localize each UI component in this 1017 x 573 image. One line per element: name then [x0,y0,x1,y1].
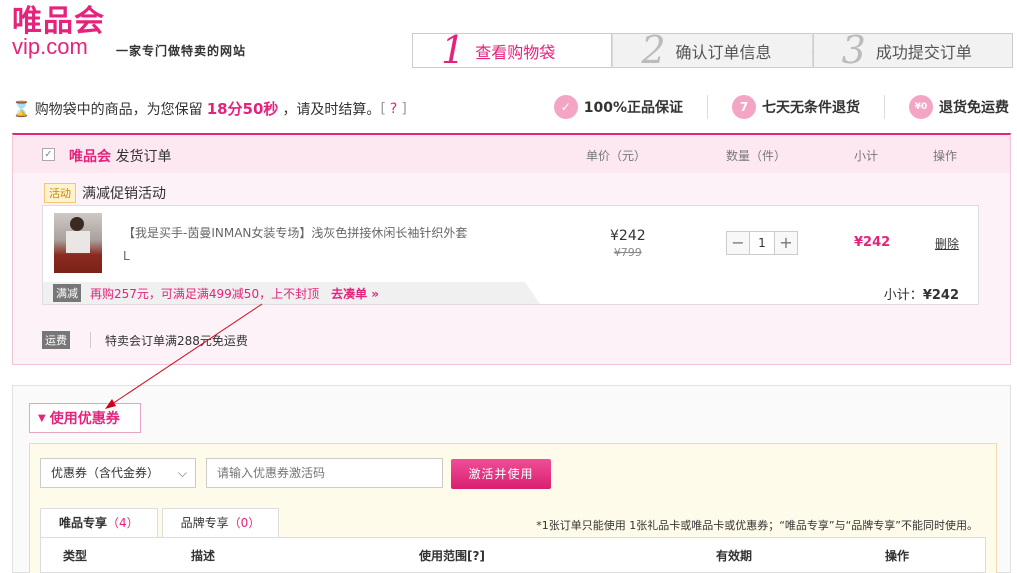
help-link[interactable]: ? [390,101,397,117]
guarantee-label: 退货免运费 [939,100,1009,116]
column-price: 单价（元） [586,149,647,163]
seven-icon: 7 [732,95,756,119]
header-validity: 有效期 [716,549,753,563]
divider [707,95,708,119]
subtotal-value: ¥242 [922,288,959,303]
logo-en: vip.com [12,34,88,59]
tab-label: 品牌专享 [180,516,229,530]
guarantee-label: 七天无条件退货 [762,100,860,116]
guarantee-list: ✓ 100%正品保证 7 七天无条件退货 ¥0 退货免运费 [553,95,1009,119]
shipping-tag: 运费 [42,331,70,349]
unit-price: ¥242 ¥799 [610,228,646,259]
step-label: 查看购物袋 [475,42,556,62]
header-scope[interactable]: 使用范围[?] [419,547,485,564]
promo-row: 活动 满减促销活动 [44,183,166,203]
checkout-steps: 1 查看购物袋 2 确认订单信息 3 成功提交订单 [412,28,1013,72]
step-confirm-order: 2 确认订单信息 [612,28,813,72]
shipping-row: 运费 特卖会订单满288元免运费 [42,331,248,349]
product-thumbnail[interactable] [54,213,102,273]
step-number: 2 [641,28,666,72]
reservation-timer: ⌛ 购物袋中的商品，为您保留 18分50秒 ，请及时结算。 [ ? ] [12,98,407,119]
coupon-code-input[interactable] [206,458,443,488]
current-price: ¥242 [610,228,646,244]
shield-icon: ✓ [553,95,578,119]
product-size: L [123,249,130,263]
quantity-stepper: − 1 + [726,231,798,255]
coupon-note: *1张订单只能使用 1张礼品卡或唯品卡或优惠券；“唯品专享”与“品牌专享”不能同… [536,519,978,532]
full-reduction-bar: 满减 再购257元，可满足满499减50，上不封顶 去凑单 » [43,282,540,304]
step-submit-order: 3 成功提交订单 [812,28,1013,72]
tab-vip-exclusive[interactable]: 唯品专享（4） [40,508,158,538]
timer-countdown: 18分50秒 [206,100,279,118]
cart-item: 【我是买手-茵曼INMAN女装专场】浅灰色拼接休闲长袖针织外套 L ¥242 ¥… [42,205,979,305]
cart-panel: ✓ 唯品会 发货订单 单价（元） 数量（件） 小计 操作 活动 满减促销活动 【… [12,133,1011,365]
slogan: 一家专门做特卖的网站 [116,44,247,58]
tab-count: （0） [228,516,261,530]
divider [884,95,885,119]
coupon-tabs: 唯品专享（4） 品牌专享（0） [40,508,283,538]
original-price: ¥799 [613,246,642,259]
coupon-type-value: 优惠券（含代金券） [51,466,160,480]
use-coupon-toggle[interactable]: ▼ 使用优惠券 [29,403,141,433]
column-subtotal: 小计 [854,149,879,163]
header-type: 类型 [63,549,88,563]
shipping-text: 特卖会订单满288元免运费 [105,333,248,348]
vip-logo[interactable]: 唯品会 vip.com [12,6,105,58]
tab-count: （4） [107,516,139,530]
hourglass-icon: ⌛ [12,99,31,118]
column-action: 操作 [933,149,958,163]
caret-down-icon: ▼ [38,412,46,424]
delete-link[interactable]: 删除 [935,235,959,252]
coupon-box: 优惠券（含代金券） ⌵ 激活并使用 唯品专享（4） 品牌专享（0） *1张订单只… [29,443,997,573]
order-subtotal: 小计：¥242 [884,284,959,303]
full-reduction-tag: 满减 [53,284,81,302]
step-label: 确认订单信息 [675,42,772,62]
step-number: 3 [841,28,866,72]
column-qty: 数量（件） [726,149,787,163]
guarantee-seven-day: 7 七天无条件退货 [732,95,860,119]
help-bracket-close: ] [401,100,407,117]
brand-name: 唯品会 [69,149,111,165]
tab-label: 唯品专享 [59,516,108,530]
step-number: 1 [441,28,466,72]
guarantee-authentic: ✓ 100%正品保证 [553,95,683,119]
qty-minus-button[interactable]: − [727,232,749,254]
coupon-table-header: 类型 描述 使用范围[?] 有效期 操作 [40,537,986,573]
return-icon: ¥0 [909,95,933,119]
coupon-type-select[interactable]: 优惠券（含代金券） ⌵ [40,458,196,488]
timer-prefix: 购物袋中的商品，为您保留 [34,101,203,118]
cart-header: ✓ 唯品会 发货订单 单价（元） 数量（件） 小计 操作 [13,135,1010,173]
qty-input[interactable]: 1 [749,232,775,254]
step-view-cart: 1 查看购物袋 [412,28,613,72]
guarantee-label: 100%正品保证 [583,100,683,116]
promo-tag: 活动 [44,183,76,203]
full-reduction-text: 再购257元，可满足满499减50，上不封顶 [90,286,320,301]
header-desc: 描述 [191,549,216,563]
use-coupon-label: 使用优惠券 [49,411,120,427]
select-all-checkbox[interactable]: ✓ [42,148,55,161]
header-action: 操作 [885,549,910,563]
brand-sub: 发货订单 [115,149,172,165]
tab-brand-exclusive[interactable]: 品牌专享（0） [161,508,280,538]
chevron-down-icon: ⌵ [177,466,187,480]
add-more-link[interactable]: 去凑单 » [331,285,379,302]
promo-label: 满减促销活动 [82,186,166,202]
product-title[interactable]: 【我是买手-茵曼INMAN女装专场】浅灰色拼接休闲长袖针织外套 [123,224,467,241]
item-subtotal: ¥242 [854,235,891,250]
coupon-panel: ▼ 使用优惠券 优惠券（含代金券） ⌵ 激活并使用 唯品专享（4） 品牌专享（0… [12,385,1011,573]
subtotal-label: 小计： [883,288,923,303]
timer-suffix: ，请及时结算。 [282,101,381,118]
step-label: 成功提交订单 [875,42,972,62]
guarantee-free-return: ¥0 退货免运费 [909,95,1009,119]
qty-plus-button[interactable]: + [775,232,797,254]
help-bracket-open: [ [380,100,386,117]
order-brand: 唯品会 发货订单 [69,146,171,166]
divider [90,332,91,348]
activate-button[interactable]: 激活并使用 [451,459,551,489]
